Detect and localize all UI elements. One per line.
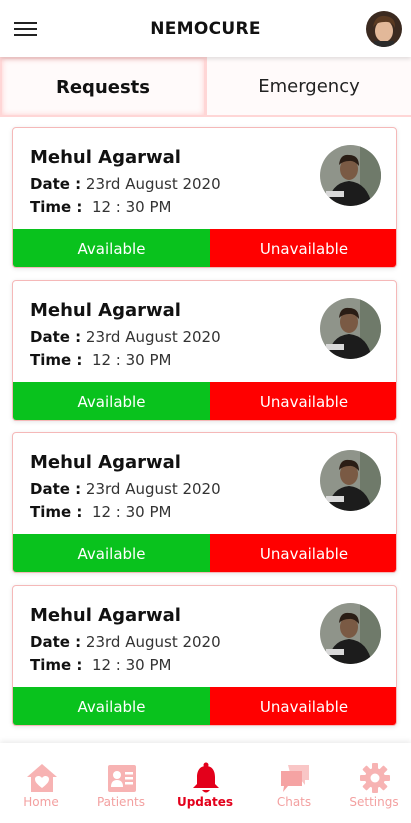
time-label: Time : bbox=[30, 503, 83, 521]
date-value: 23rd August 2020 bbox=[85, 175, 221, 193]
patient-name: Mehul Agarwal bbox=[30, 452, 181, 473]
request-card: Mehul Agarwal Date : 23rd August 2020 Ti… bbox=[12, 432, 397, 573]
nav-label-updates: Updates bbox=[176, 795, 234, 809]
nav-item-updates[interactable]: Updates bbox=[164, 743, 246, 823]
patient-name: Mehul Agarwal bbox=[30, 147, 181, 168]
date-label: Date : bbox=[30, 328, 82, 346]
tab-emergency[interactable]: Emergency bbox=[206, 57, 411, 117]
home-icon bbox=[25, 761, 59, 795]
nav-label-patients: Patients bbox=[96, 795, 146, 809]
nav-label-settings: Settings bbox=[349, 795, 399, 809]
patient-name: Mehul Agarwal bbox=[30, 605, 181, 626]
date-label: Date : bbox=[30, 175, 82, 193]
request-list: Mehul Agarwal Date : 23rd August 2020 Ti… bbox=[0, 117, 411, 743]
time-value: 12 : 30 PM bbox=[91, 198, 172, 216]
nav-label-home: Home bbox=[23, 795, 59, 809]
bell-icon bbox=[189, 761, 223, 795]
time-value: 12 : 30 PM bbox=[91, 503, 172, 521]
chat-icon bbox=[278, 761, 312, 795]
patient-photo bbox=[320, 298, 381, 359]
request-card: Mehul Agarwal Date : 23rd August 2020 Ti… bbox=[12, 280, 397, 421]
time-label: Time : bbox=[30, 351, 83, 369]
date-label: Date : bbox=[30, 480, 82, 498]
time-row: Time : 12 : 30 PM bbox=[30, 656, 171, 674]
available-button[interactable]: Available bbox=[13, 382, 210, 420]
patient-photo bbox=[320, 603, 381, 664]
date-label: Date : bbox=[30, 633, 82, 651]
time-row: Time : 12 : 30 PM bbox=[30, 351, 171, 369]
nav-item-home[interactable]: Home bbox=[0, 743, 82, 823]
time-value: 12 : 30 PM bbox=[91, 656, 172, 674]
time-label: Time : bbox=[30, 198, 83, 216]
available-button[interactable]: Available bbox=[13, 687, 210, 725]
available-button[interactable]: Available bbox=[13, 229, 210, 267]
date-row: Date : 23rd August 2020 bbox=[30, 633, 221, 651]
patient-photo bbox=[320, 450, 381, 511]
tab-requests[interactable]: Requests bbox=[0, 57, 206, 117]
bottom-nav: Home Patients Updates Chats Settings bbox=[0, 743, 411, 823]
date-row: Date : 23rd August 2020 bbox=[30, 480, 221, 498]
app-header: NEMOCURE bbox=[0, 0, 411, 57]
nav-label-chats: Chats bbox=[276, 795, 312, 809]
date-value: 23rd August 2020 bbox=[85, 480, 221, 498]
tab-bar: Requests Emergency bbox=[0, 57, 411, 117]
date-value: 23rd August 2020 bbox=[85, 633, 221, 651]
unavailable-button[interactable]: Unavailable bbox=[210, 229, 396, 267]
date-row: Date : 23rd August 2020 bbox=[30, 175, 221, 193]
app-title: NEMOCURE bbox=[150, 19, 261, 39]
available-button[interactable]: Available bbox=[13, 534, 210, 572]
nav-item-patients[interactable]: Patients bbox=[80, 743, 162, 823]
patient-name: Mehul Agarwal bbox=[30, 300, 181, 321]
time-row: Time : 12 : 30 PM bbox=[30, 198, 171, 216]
date-row: Date : 23rd August 2020 bbox=[30, 328, 221, 346]
patient-photo bbox=[320, 145, 381, 206]
unavailable-button[interactable]: Unavailable bbox=[210, 534, 396, 572]
time-row: Time : 12 : 30 PM bbox=[30, 503, 171, 521]
nav-item-chats[interactable]: Chats bbox=[253, 743, 335, 823]
date-value: 23rd August 2020 bbox=[85, 328, 221, 346]
unavailable-button[interactable]: Unavailable bbox=[210, 687, 396, 725]
patients-icon bbox=[105, 761, 139, 795]
request-card: Mehul Agarwal Date : 23rd August 2020 Ti… bbox=[12, 127, 397, 268]
unavailable-button[interactable]: Unavailable bbox=[210, 382, 396, 420]
time-value: 12 : 30 PM bbox=[91, 351, 172, 369]
gear-icon bbox=[358, 761, 392, 795]
time-label: Time : bbox=[30, 656, 83, 674]
request-card: Mehul Agarwal Date : 23rd August 2020 Ti… bbox=[12, 585, 397, 726]
nav-item-settings[interactable]: Settings bbox=[333, 743, 411, 823]
profile-avatar[interactable] bbox=[366, 11, 402, 47]
